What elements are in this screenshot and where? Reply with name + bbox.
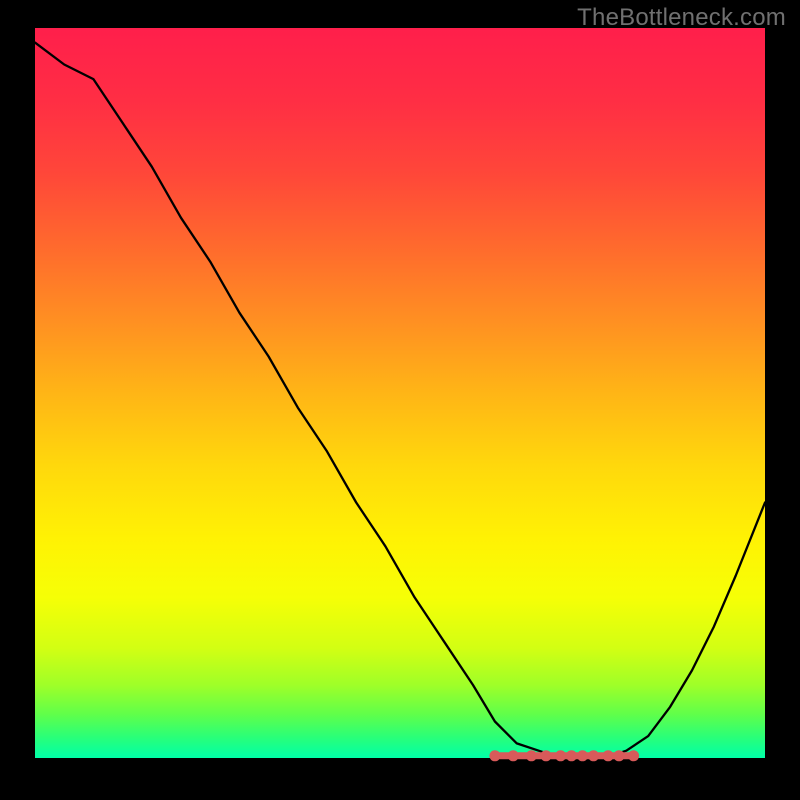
optimal-range-dot — [508, 750, 519, 761]
watermark-label: TheBottleneck.com — [577, 4, 786, 32]
optimal-range-dot — [541, 750, 552, 761]
optimal-range-dot — [588, 750, 599, 761]
optimal-range-dot — [603, 750, 614, 761]
optimal-range-dot — [489, 750, 500, 761]
chart-gradient-bg — [35, 28, 765, 758]
optimal-range-dot — [566, 750, 577, 761]
optimal-range-dot — [577, 750, 588, 761]
optimal-range-dot — [614, 750, 625, 761]
optimal-range-dot — [628, 750, 639, 761]
bottleneck-chart: TheBottleneck.com — [0, 0, 800, 800]
chart-canvas — [0, 0, 800, 800]
optimal-range-dot — [555, 750, 566, 761]
optimal-range-dot — [526, 750, 537, 761]
